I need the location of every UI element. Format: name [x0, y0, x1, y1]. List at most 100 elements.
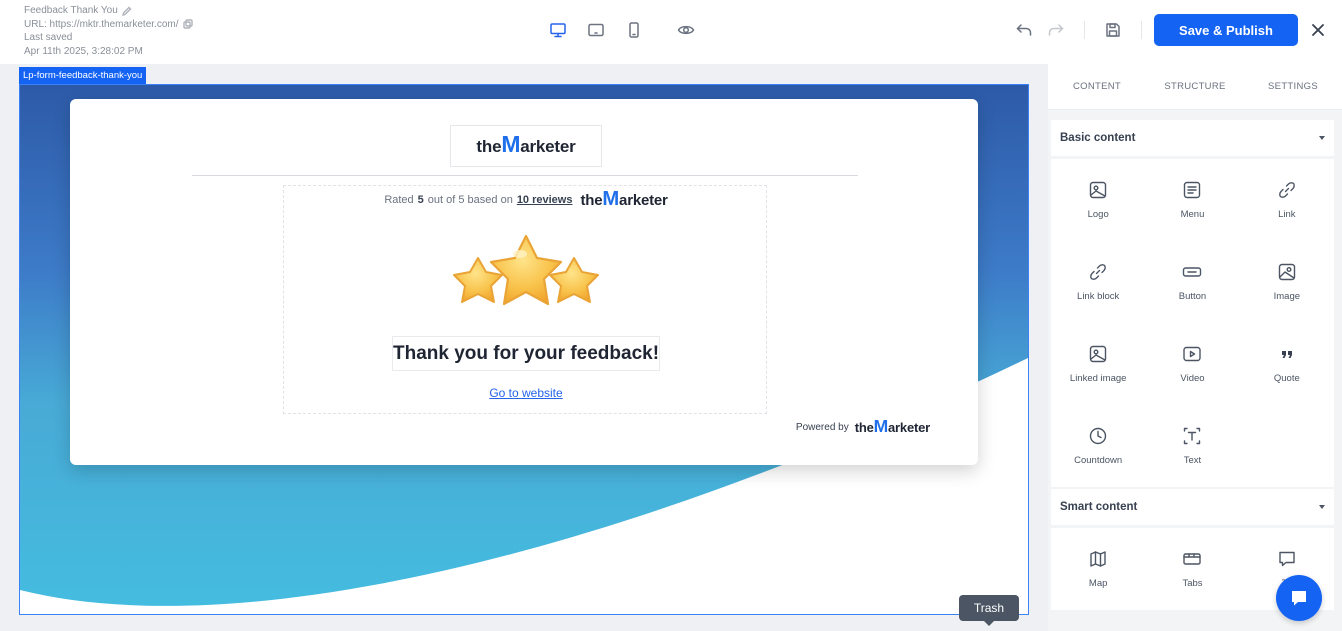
preview-button[interactable] [676, 20, 696, 40]
link-icon [1278, 182, 1295, 198]
tab-content[interactable]: CONTENT [1048, 64, 1146, 109]
block-label: Map [1088, 578, 1108, 589]
map-icon [1090, 551, 1106, 567]
rating-summary: Rated 5 out of 5 based on 10 reviews the… [284, 186, 768, 214]
divider [192, 175, 858, 176]
block-text[interactable]: Text [1145, 405, 1239, 487]
block-label: Button [1178, 291, 1207, 302]
tab-settings[interactable]: SETTINGS [1244, 64, 1342, 109]
close-icon [1312, 24, 1324, 36]
footer-brand-logo: the Marketer [855, 416, 930, 436]
block-label: Menu [1180, 209, 1205, 220]
block-label: Tabs [1182, 578, 1203, 589]
document-title: Feedback Thank You [24, 5, 118, 16]
block-label: Video [1180, 373, 1205, 384]
block-countdown[interactable]: Countdown [1051, 405, 1145, 487]
chevron-down-icon [1319, 136, 1325, 140]
powered-by-label: Powered by [795, 421, 849, 433]
toolbar-divider [1141, 21, 1142, 39]
chat-support-button[interactable] [1276, 575, 1322, 621]
image-icon [1089, 181, 1107, 199]
logo-m-mark: M [501, 131, 521, 157]
block-link[interactable]: Link [1240, 159, 1334, 241]
tabs-icon [1183, 553, 1202, 565]
text-icon [1184, 427, 1201, 445]
thank-you-heading[interactable]: Thank you for your feedback! [392, 336, 660, 371]
block-map[interactable]: Map [1051, 528, 1145, 610]
logo-block[interactable]: the Marketer [450, 125, 602, 167]
undo-icon [1016, 24, 1032, 36]
top-bar: Feedback Thank You URL: https://mktr.the… [0, 0, 1342, 64]
blocks-panel: CONTENT STRUCTURE SETTINGS Basic content… [1048, 64, 1342, 631]
block-link-block[interactable]: Link block [1051, 241, 1145, 323]
block-tabs[interactable]: Tabs [1145, 528, 1239, 610]
powered-by: Powered by the Marketer [795, 416, 930, 436]
video-icon [1183, 346, 1202, 362]
redo-button[interactable] [1040, 14, 1072, 46]
logo-text-suffix: arketer [888, 420, 930, 435]
tablet-view-button[interactable] [586, 20, 606, 40]
quote-icon [1281, 351, 1292, 358]
smart-content-header[interactable]: Smart content [1051, 489, 1334, 525]
landing-page-preview[interactable]: the Marketer Rated 5 out of 5 based on 10… [19, 84, 1029, 615]
copy-link-icon[interactable] [182, 19, 193, 29]
rating-score: 5 [417, 194, 424, 206]
logo-text-prefix: the [580, 192, 603, 209]
block-button[interactable]: Button [1145, 241, 1239, 323]
redo-icon [1048, 24, 1064, 36]
close-editor-button[interactable] [1300, 14, 1336, 46]
go-to-website-link[interactable]: Go to website [284, 386, 768, 400]
block-video[interactable]: Video [1145, 323, 1239, 405]
block-label: Quote [1273, 373, 1300, 384]
floppy-disk-icon [1106, 23, 1120, 37]
toolbar-actions: Save & Publish [1008, 14, 1342, 46]
undo-button[interactable] [1008, 14, 1040, 46]
smart-content-title: Smart content [1060, 501, 1138, 513]
block-linked-image[interactable]: Linked image [1051, 323, 1145, 405]
mobile-icon [629, 22, 639, 38]
logo-text-suffix: arketer [520, 137, 576, 156]
content-section[interactable]: Rated 5 out of 5 based on 10 reviews the… [283, 185, 767, 414]
block-menu[interactable]: Menu [1145, 159, 1239, 241]
save-button[interactable] [1097, 14, 1129, 46]
logo-m-mark: M [873, 416, 889, 436]
block-label: Countdown [1074, 455, 1123, 466]
selected-element-tag[interactable]: Lp-form-feedback-thank-you [19, 67, 147, 84]
basic-content-header[interactable]: Basic content [1051, 120, 1334, 156]
edit-pencil-icon[interactable] [121, 6, 132, 16]
basic-content-grid: Logo Menu Link Link block Button Image L… [1051, 159, 1334, 487]
block-label: Link block [1077, 291, 1120, 302]
block-logo[interactable]: Logo [1051, 159, 1145, 241]
feedback-card: the Marketer Rated 5 out of 5 based on 10… [70, 99, 978, 465]
empty-slot [1240, 405, 1334, 487]
brand-logo: the Marketer [476, 131, 576, 157]
logo-text-prefix: the [476, 137, 502, 156]
clock-icon [1089, 427, 1107, 445]
stars-illustration[interactable] [448, 230, 604, 322]
desktop-view-button[interactable] [548, 20, 568, 40]
editor-canvas: Lp-form-feedback-thank-you theMarketer [0, 64, 1048, 631]
block-label: Link [1278, 209, 1296, 220]
block-label: Logo [1087, 209, 1109, 220]
button-icon [1183, 267, 1202, 277]
mobile-view-button[interactable] [624, 20, 644, 40]
document-info: Feedback Thank You URL: https://mktr.the… [24, 4, 193, 58]
rating-middle-text: out of 5 based on [427, 194, 513, 206]
eye-icon [677, 25, 695, 35]
logo-m-mark: M [602, 188, 620, 210]
linked-image-icon [1089, 345, 1107, 363]
block-label: Text [1183, 455, 1202, 466]
block-image[interactable]: Image [1240, 241, 1334, 323]
chevron-down-icon [1319, 505, 1325, 509]
tablet-icon [588, 23, 604, 37]
rating-prefix: Rated [384, 194, 414, 206]
chat-bubble-icon [1292, 591, 1306, 606]
reviews-link[interactable]: 10 reviews [517, 194, 573, 206]
document-url: URL: https://mktr.themarketer.com/ [24, 18, 179, 30]
trash-tooltip[interactable]: Trash [959, 595, 1019, 626]
toolbar-divider [1084, 21, 1085, 39]
last-saved-label: Last saved [24, 32, 73, 43]
save-and-publish-button[interactable]: Save & Publish [1154, 14, 1298, 46]
block-quote[interactable]: Quote [1240, 323, 1334, 405]
tab-structure[interactable]: STRUCTURE [1146, 64, 1244, 109]
